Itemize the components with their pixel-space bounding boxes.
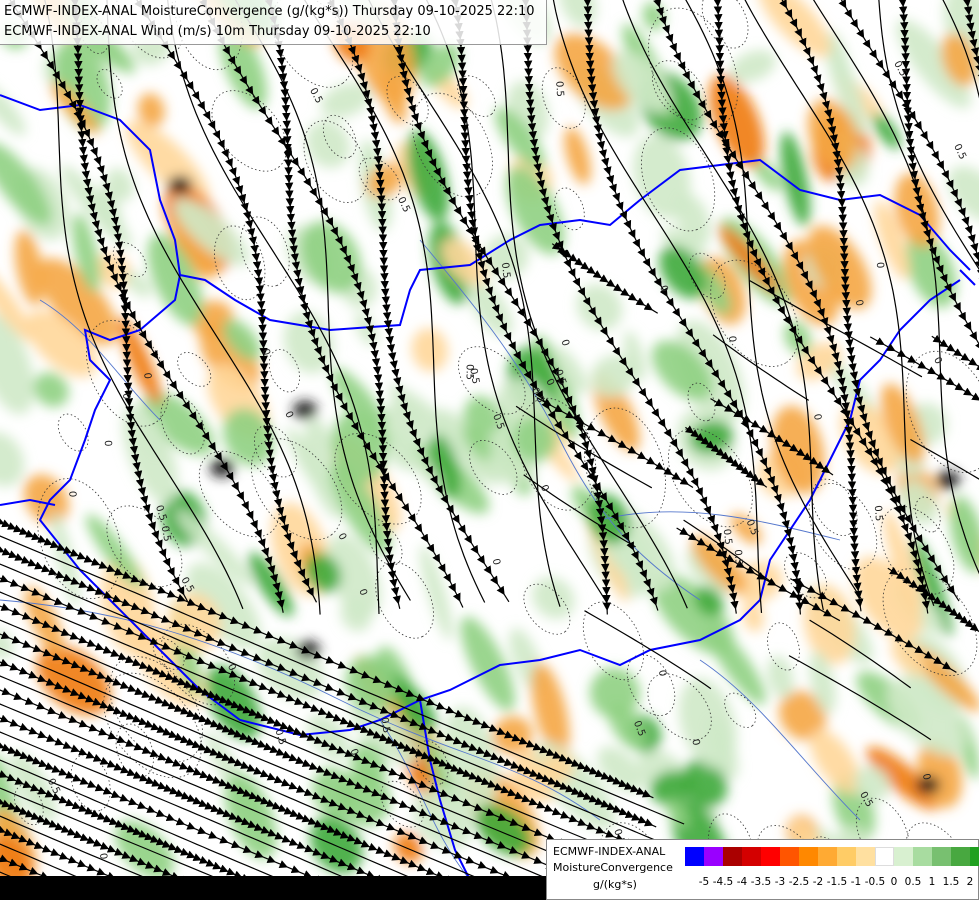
legend-swatch — [970, 847, 979, 866]
legend-tick: -1 — [850, 876, 862, 888]
contour-label: 0 — [97, 852, 109, 860]
legend-swatch — [875, 847, 894, 866]
contour-label: 0 — [726, 335, 738, 342]
contour-label: 0.5 — [499, 262, 512, 279]
legend-swatch — [894, 847, 913, 866]
legend-swatch — [856, 847, 875, 866]
map-title-box: ECMWF-INDEX-ANAL MoistureConvergence (g/… — [0, 0, 547, 45]
contour-label: 0 — [874, 262, 885, 269]
legend-unit-label: g/(kg*s) — [593, 878, 637, 891]
legend-tick-labels: -5 -4.5 -4 -3.5 -3 -2.5 -2 -1.5 -1 -0.5 0 0.5 1 1.5 2 — [685, 876, 974, 890]
contour-label: 0.5 — [732, 549, 744, 566]
legend-tick: 2 — [966, 876, 974, 888]
moisture-convergence-map: 00.500.500.500.500.500.500.500.500.500.5… — [0, 0, 979, 900]
legend-model-label: ECMWF-INDEX-ANAL — [553, 845, 666, 858]
contour-label: 0.5 — [721, 528, 734, 545]
wind-title: ECMWF-INDEX-ANAL Wind (m/s) 10m Thursday… — [4, 24, 431, 39]
moisture-convergence-title: ECMWF-INDEX-ANAL MoistureConvergence (g/… — [4, 4, 535, 19]
legend-tick: -1.5 — [826, 876, 848, 888]
legend-tick: -5 — [698, 876, 710, 888]
legend-tick: -2.5 — [788, 876, 810, 888]
contour-label: 0.5 — [872, 505, 884, 522]
legend-tick: -0.5 — [864, 876, 886, 888]
legend-swatch — [837, 847, 856, 866]
color-legend: ECMWF-INDEX-ANAL MoistureConvergence g/(… — [546, 839, 979, 900]
contour-label: 0.5 — [553, 81, 565, 98]
legend-swatch — [723, 847, 742, 866]
bottom-strip — [0, 876, 546, 900]
legend-swatch — [932, 847, 951, 866]
convergence-core — [936, 471, 960, 489]
contour-label: 0 — [120, 393, 131, 399]
legend-tick: -3 — [774, 876, 786, 888]
legend-tick: 1 — [928, 876, 936, 888]
legend-tick: -4.5 — [712, 876, 734, 888]
legend-tick: 1.5 — [942, 876, 960, 888]
legend-swatch — [742, 847, 761, 866]
legend-swatch — [780, 847, 799, 866]
legend-tick: -2 — [812, 876, 824, 888]
convergence-core — [168, 176, 192, 194]
legend-tick: 0 — [890, 876, 898, 888]
contour-label: 0 — [141, 372, 152, 379]
contour-label: 0 — [66, 491, 77, 498]
legend-swatch — [704, 847, 723, 866]
legend-tick: -3.5 — [750, 876, 772, 888]
contour-label: 0 — [102, 440, 113, 447]
legend-swatch — [685, 847, 704, 866]
convergence-core — [296, 641, 320, 659]
legend-swatch — [761, 847, 780, 866]
legend-swatch — [951, 847, 970, 866]
convergence-core — [293, 401, 317, 419]
legend-swatch — [818, 847, 837, 866]
legend-parameter-label: MoistureConvergence — [553, 861, 673, 874]
legend-tick: -4 — [736, 876, 748, 888]
legend-swatch — [799, 847, 818, 866]
legend-swatch — [913, 847, 932, 866]
legend-swatches — [685, 847, 979, 866]
legend-tick: 0.5 — [904, 876, 922, 888]
